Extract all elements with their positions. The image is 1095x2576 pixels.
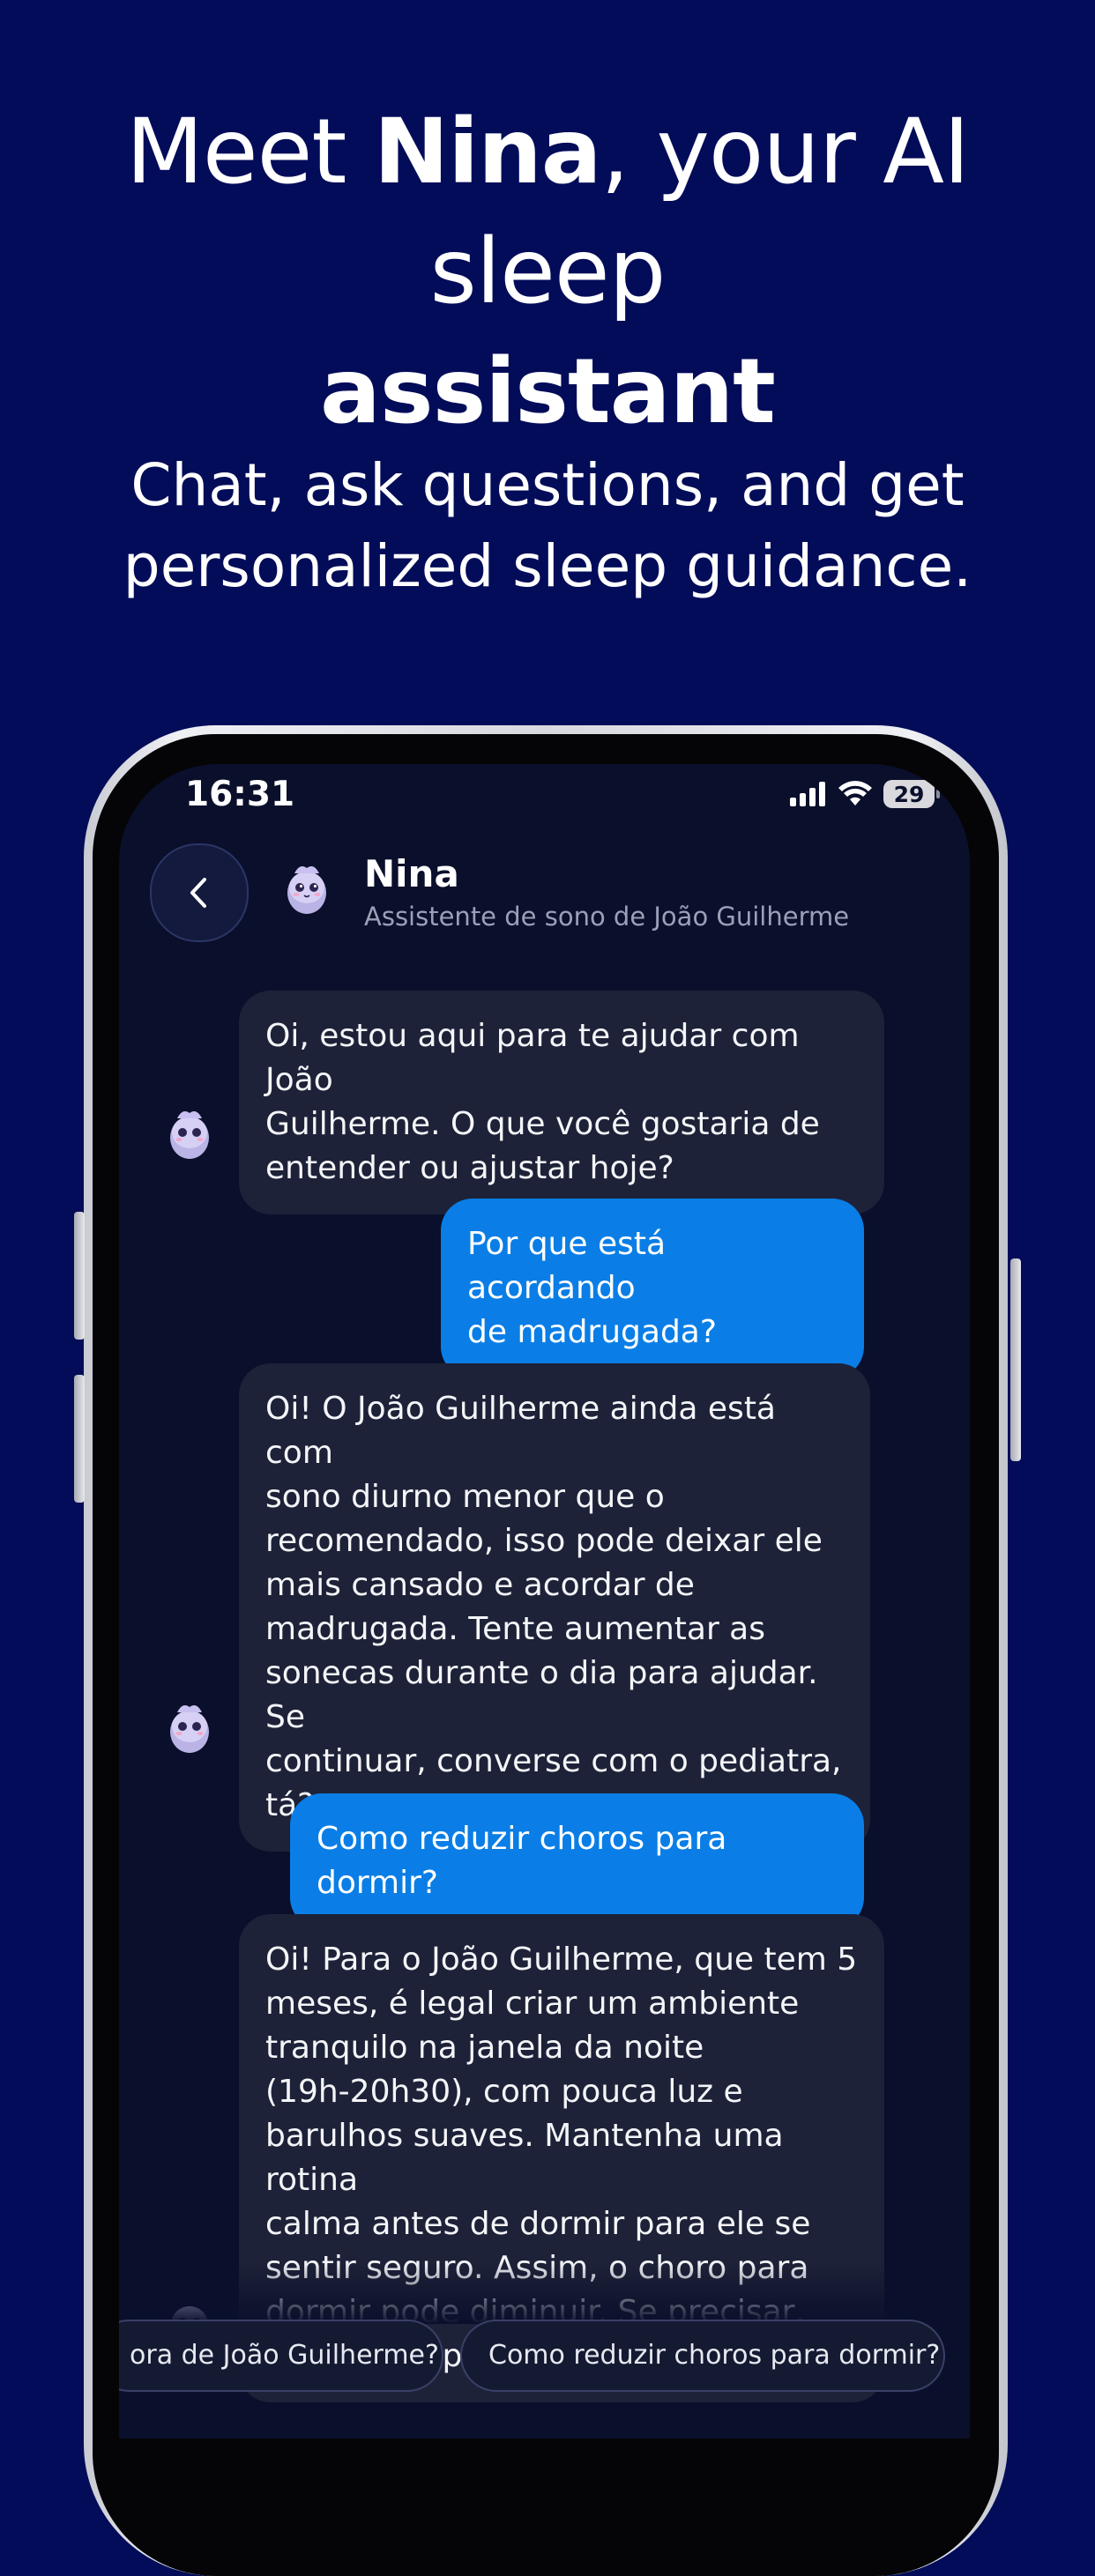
status-time: 16:31 (185, 775, 295, 814)
subtitle-line-1: Chat, ask questions, and get (130, 451, 965, 519)
suggestion-chip[interactable]: ora de João Guilherme? (119, 2320, 443, 2392)
nina-mascot-icon (170, 1111, 209, 1159)
back-chevron-icon (190, 878, 206, 908)
chat-header-name: Nina (364, 852, 459, 895)
promo-headline: Meet Nina, your AI sleep assistant (0, 93, 1095, 452)
headline-name: Nina (373, 100, 602, 204)
subtitle-line-2: personalized sleep guidance. (123, 532, 972, 600)
message-user: Como reduzir choros para dormir? (290, 1793, 864, 1929)
headline-bold-end: assistant (320, 339, 776, 444)
suggestion-chip[interactable]: Como reduzir choros para dormir? (460, 2320, 945, 2392)
headline-line-2: assistant (0, 332, 1095, 452)
nina-mascot-icon (287, 866, 326, 914)
nina-mascot-icon (170, 1705, 209, 1753)
message-bot: Oi! O João Guilherme ainda está com sono… (239, 1363, 870, 1852)
headline-pre: Meet (125, 100, 374, 204)
status-icons: 29 (790, 776, 940, 812)
signal-icon (790, 782, 825, 806)
chat-header-subtitle: Assistente de sono de João Guilherme (364, 902, 850, 932)
phone-side-button-volume (74, 1375, 85, 1503)
promo-subtitle: Chat, ask questions, and get personalize… (0, 445, 1095, 607)
message-bot: Oi, estou aqui para te ajudar com João G… (239, 991, 884, 1214)
phone-side-button-silent (74, 1212, 85, 1340)
message-user: Por que está acordando de madrugada? (441, 1199, 864, 1378)
suggestion-chips: ora de João Guilherme? Como reduzir chor… (119, 2320, 970, 2425)
battery-icon: 29 (883, 780, 940, 808)
phone-screen: 16:31 29 Nina Assistente de sono de João… (119, 764, 970, 2439)
back-button[interactable] (150, 843, 249, 942)
phone-side-button-power (1010, 1258, 1021, 1461)
message-fade-overlay (119, 2262, 970, 2324)
wifi-icon (838, 781, 872, 805)
headline-line-1: Meet Nina, your AI sleep (0, 93, 1095, 332)
